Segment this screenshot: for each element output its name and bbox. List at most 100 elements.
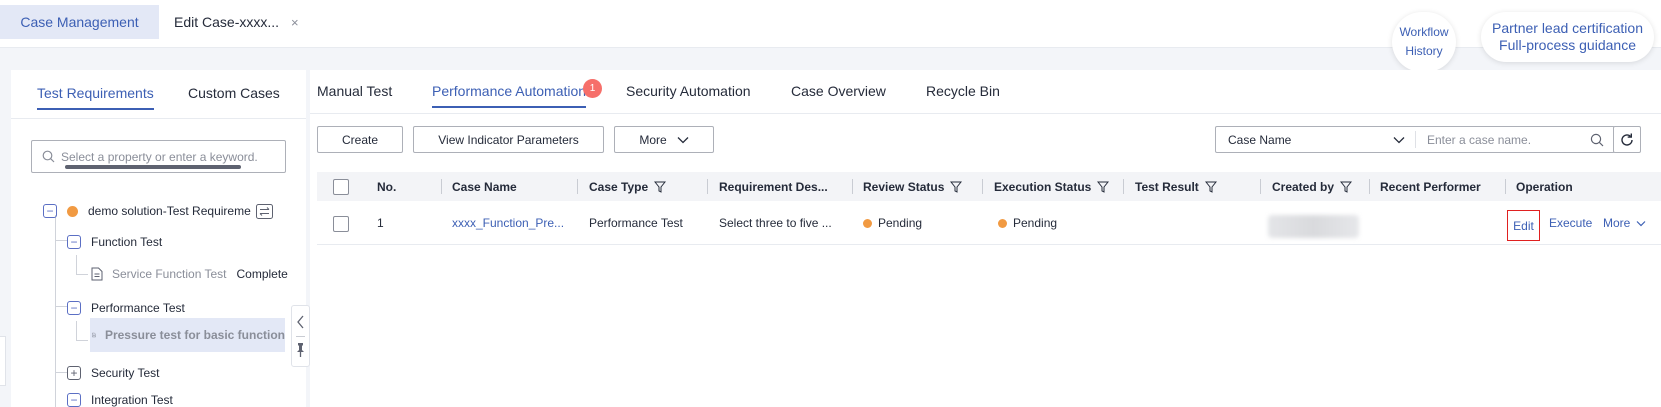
more-dropdown-label: More (639, 132, 667, 147)
property-search-input[interactable]: Select a property or enter a keyword. (31, 140, 286, 173)
column-execution-status-label: Execution Status (994, 179, 1092, 194)
tree-root[interactable]: − demo solution-Test Requireme (43, 202, 283, 220)
pin-icon[interactable] (292, 340, 309, 360)
search-icon[interactable] (1590, 133, 1604, 147)
tabs-divider (310, 113, 1661, 114)
refresh-icon (1621, 133, 1633, 146)
row-checkbox[interactable] (333, 216, 349, 232)
partner-guidance-line2: Full-process guidance (1499, 37, 1636, 53)
status-dot (863, 218, 872, 228)
column-separator (982, 179, 983, 194)
document-icon (91, 267, 103, 281)
tree-line (76, 255, 77, 275)
tab-edit-case[interactable]: Edit Case-xxxx... × (160, 5, 310, 39)
tab-custom-cases[interactable]: Custom Cases (188, 85, 280, 108)
divider (11, 118, 306, 119)
expand-icon[interactable]: + (67, 366, 81, 380)
column-requirement-description-label: Requirement Des... (719, 179, 828, 194)
status-dot (998, 218, 1007, 228)
tab-manual-test[interactable]: Manual Test (317, 83, 392, 99)
tab-case-management[interactable]: Case Management (0, 5, 159, 39)
search-field-label: Case Name (1228, 132, 1292, 147)
column-test-result[interactable]: Test Result (1135, 172, 1217, 201)
search-icon (42, 150, 55, 163)
search-field-select[interactable]: Case Name (1216, 131, 1416, 148)
chevron-left-icon[interactable] (292, 312, 309, 332)
divider (296, 336, 305, 337)
tree-node-status: Complete (236, 267, 288, 281)
tree-node-label: Security Test (91, 366, 160, 380)
refresh-button[interactable] (1613, 126, 1641, 153)
more-actions-link[interactable]: More (1603, 201, 1661, 245)
create-button[interactable]: Create (317, 126, 403, 153)
filter-icon[interactable] (654, 181, 667, 193)
tree-line (55, 372, 67, 373)
column-test-result-label: Test Result (1135, 179, 1199, 194)
tab-recycle-bin[interactable]: Recycle Bin (926, 83, 1000, 99)
column-separator (852, 179, 853, 194)
tree-line (76, 321, 77, 341)
review-status-text: Pending (878, 216, 923, 230)
tab-performance-automation[interactable]: Performance Automation (432, 83, 587, 108)
column-separator (1260, 179, 1261, 194)
tree-node-pressure-test[interactable]: Pressure test for basic function (90, 318, 285, 352)
column-separator (1505, 179, 1506, 194)
close-icon[interactable]: × (291, 15, 299, 30)
column-created-by[interactable]: Created by (1272, 172, 1353, 201)
select-all-checkbox[interactable] (333, 179, 349, 195)
case-name-search-placeholder: Enter a case name. (1427, 132, 1532, 147)
column-created-by-label: Created by (1272, 179, 1335, 194)
swap-icon[interactable] (256, 203, 273, 219)
created-by-redacted (1268, 215, 1359, 238)
tree-node-service-function-test[interactable]: Service Function Test Complete (91, 265, 295, 283)
tree-node-label: Service Function Test (112, 267, 227, 281)
tree-node-function-test[interactable]: − Function Test (67, 233, 162, 251)
filter-icon[interactable] (1340, 181, 1353, 193)
table-header: No. Case Name Case Type Requirement Des.… (317, 172, 1661, 201)
column-review-status[interactable]: Review Status (863, 172, 963, 201)
left-edge-handle[interactable] (0, 336, 6, 386)
cell-case-type: Performance Test (589, 216, 683, 230)
tree-node-integration-test[interactable]: − Integration Test (67, 391, 173, 407)
chevron-down-icon (1636, 220, 1646, 226)
panel-collapse-handle[interactable] (291, 305, 310, 367)
tree-node-performance-test[interactable]: − Performance Test (67, 299, 185, 317)
collapse-icon[interactable]: − (43, 204, 57, 218)
tab-test-requirements[interactable]: Test Requirements (37, 85, 154, 110)
tree-node-label: Integration Test (91, 393, 173, 407)
column-separator (1123, 179, 1124, 194)
tree-root-label: demo solution-Test Requireme (88, 204, 251, 218)
collapse-icon[interactable]: − (67, 301, 81, 315)
more-dropdown-button[interactable]: More (614, 126, 714, 153)
edit-link[interactable]: Edit (1507, 210, 1540, 241)
tree-node-label: Performance Test (91, 301, 185, 315)
status-dot (67, 205, 78, 217)
column-no: No. (377, 172, 396, 201)
case-search-box: Case Name Enter a case name. (1215, 126, 1615, 153)
workflow-history-button[interactable]: Workflow History (1392, 12, 1456, 72)
tab-case-overview[interactable]: Case Overview (791, 83, 886, 99)
filter-icon[interactable] (1204, 181, 1217, 193)
collapse-icon[interactable]: − (67, 235, 81, 249)
tree-node-label: Function Test (91, 235, 163, 249)
chevron-down-icon (677, 136, 689, 143)
column-recent-performer-label: Recent Performer (1380, 179, 1481, 194)
column-case-name: Case Name (452, 172, 517, 201)
cell-execution-status: Pending (998, 201, 1057, 245)
partner-guidance-button[interactable]: Partner lead certification Full-process … (1481, 12, 1654, 62)
cell-case-name-link[interactable]: xxxx_Function_Pre... (452, 201, 564, 245)
column-execution-status[interactable]: Execution Status (994, 172, 1110, 201)
view-indicator-parameters-button[interactable]: View Indicator Parameters (413, 126, 604, 153)
case-name-search-input[interactable]: Enter a case name. (1416, 133, 1614, 147)
tab-security-automation[interactable]: Security Automation (626, 83, 751, 99)
document-icon (92, 332, 96, 338)
execute-link[interactable]: Execute (1549, 201, 1592, 245)
filter-icon[interactable] (1097, 181, 1110, 193)
collapse-icon[interactable]: − (67, 393, 81, 407)
column-separator (441, 179, 442, 194)
edit-link-label: Edit (1513, 218, 1534, 233)
filter-icon[interactable] (950, 181, 963, 193)
tab-edit-case-label: Edit Case-xxxx... (174, 14, 280, 30)
tree-node-security-test[interactable]: + Security Test (67, 364, 159, 382)
column-case-type[interactable]: Case Type (589, 172, 667, 201)
